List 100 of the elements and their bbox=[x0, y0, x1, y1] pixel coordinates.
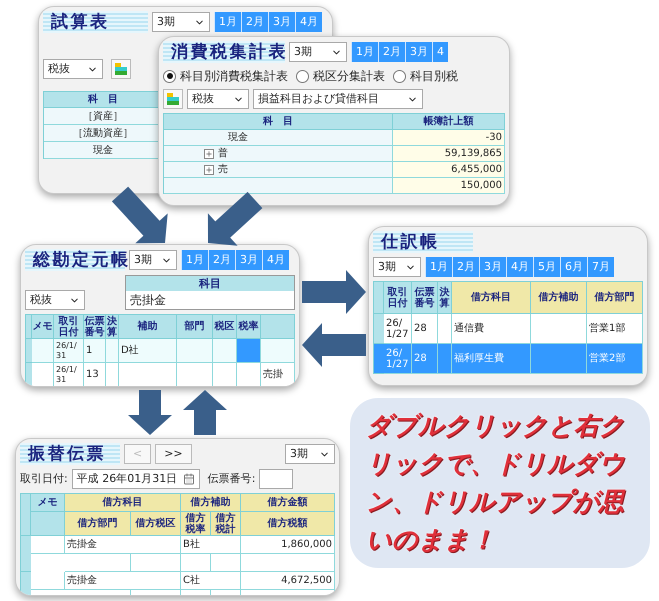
table-cell: 13 bbox=[84, 363, 106, 386]
table-cell: D社 bbox=[119, 339, 177, 363]
period-select[interactable]: 3期 bbox=[285, 444, 335, 464]
account-field[interactable]: 売掛金 bbox=[126, 291, 294, 309]
radio-button[interactable] bbox=[296, 70, 309, 82]
period-select[interactable]: 3期 bbox=[289, 42, 347, 62]
slip-number-field[interactable] bbox=[259, 469, 294, 489]
table-cell: 売掛金 bbox=[65, 572, 181, 590]
column-header: 科 目 bbox=[164, 114, 393, 130]
chart-icon bbox=[166, 92, 180, 106]
column-header: 決算 bbox=[106, 315, 119, 339]
chart-button[interactable] bbox=[111, 59, 131, 79]
column-header: 借方税率 bbox=[181, 512, 211, 536]
table-cell: B社 bbox=[181, 536, 241, 554]
field-label: 科目 bbox=[126, 276, 294, 291]
table-cell[interactable] bbox=[237, 339, 261, 363]
tax-select[interactable]: 税抜 bbox=[43, 59, 103, 79]
table-cell bbox=[32, 339, 54, 363]
column-header: 決算 bbox=[438, 282, 452, 314]
table-cell bbox=[261, 339, 295, 363]
table-cell: 28 bbox=[412, 344, 438, 374]
table-cell: 売掛 bbox=[261, 363, 295, 386]
period-select[interactable]: 3期 bbox=[129, 250, 177, 270]
table-cell: 売掛金 bbox=[65, 536, 181, 554]
column-header: メモ bbox=[31, 494, 65, 512]
column-header: 借方部門 bbox=[587, 282, 643, 314]
column-header: 伝票番号 bbox=[84, 315, 106, 339]
arrow bbox=[302, 323, 366, 367]
period-select[interactable]: 3期 bbox=[373, 257, 421, 277]
column-header: 借方税計 bbox=[211, 512, 241, 536]
table-cell bbox=[32, 363, 54, 386]
callout-text: ダブルクリックと右クリックで、ドリルダウン、ドリルアップが思いのまま！ bbox=[366, 410, 626, 556]
radio-label: 科目別税 bbox=[410, 68, 458, 85]
radio-label: 科目別消費税集計表 bbox=[180, 68, 288, 85]
table-cell bbox=[177, 339, 213, 363]
column-header: 借方税額 bbox=[241, 512, 335, 536]
table-cell: 通信費 bbox=[452, 314, 531, 344]
column-header: 借方科目 bbox=[452, 282, 531, 314]
table-cell: C社 bbox=[181, 572, 241, 590]
chart-button[interactable] bbox=[163, 89, 183, 109]
tax-select[interactable]: 税抜 bbox=[187, 89, 249, 109]
table-cell bbox=[211, 554, 241, 572]
table-cell: 59,139,865 bbox=[393, 146, 505, 162]
table-cell: 福利厚生費 bbox=[452, 344, 531, 374]
arrow bbox=[302, 270, 366, 314]
period-select[interactable]: 3期 bbox=[152, 12, 210, 32]
nav-button[interactable]: >> bbox=[155, 444, 192, 464]
radio-button[interactable] bbox=[393, 70, 406, 82]
table-cell: 売 bbox=[164, 162, 393, 178]
row-marker[interactable] bbox=[374, 314, 384, 344]
chart-icon bbox=[114, 62, 128, 76]
table-cell: -30 bbox=[393, 130, 505, 146]
row-marker[interactable] bbox=[21, 536, 31, 572]
table-cell bbox=[438, 314, 452, 344]
table-cell: 26/1/27 bbox=[384, 344, 412, 374]
column-header: 取引日付 bbox=[384, 282, 412, 314]
expand-icon[interactable] bbox=[204, 164, 214, 174]
table-cell: 営業2部 bbox=[587, 344, 643, 374]
arrow bbox=[112, 186, 168, 244]
table-cell bbox=[531, 344, 587, 374]
table-cell: 4,672,500 bbox=[241, 572, 335, 590]
arrow bbox=[183, 390, 227, 435]
arrow bbox=[208, 192, 262, 246]
table-cell bbox=[106, 339, 119, 363]
field-label: 伝票番号: bbox=[208, 470, 256, 487]
date-field[interactable]: 平成 26年01月31日 bbox=[72, 469, 200, 489]
column-header: 借方補助 bbox=[531, 282, 587, 314]
tax-select[interactable]: 税抜 bbox=[25, 290, 85, 310]
table-cell bbox=[181, 554, 211, 572]
table-cell bbox=[531, 314, 587, 344]
column-header: 伝票番号 bbox=[412, 282, 438, 314]
table-cell: 6,455,000 bbox=[393, 162, 505, 178]
calendar-icon[interactable] bbox=[182, 473, 195, 485]
table-cell bbox=[65, 554, 131, 572]
window-title: 振替伝票 bbox=[20, 443, 120, 465]
column-header: 借方税区 bbox=[131, 512, 181, 536]
radio-label: 税区分集計表 bbox=[313, 68, 385, 85]
table-cell: 営業1部 bbox=[587, 314, 643, 344]
table-cell bbox=[31, 572, 65, 590]
window-title: 仕訳帳 bbox=[373, 231, 473, 253]
table-cell: 150,000 bbox=[393, 178, 505, 194]
column-header: 借方部門 bbox=[65, 512, 131, 536]
column-header: 借方金額 bbox=[241, 494, 335, 512]
radio-button[interactable] bbox=[163, 70, 176, 82]
table-cell bbox=[213, 339, 237, 363]
table-cell: 26/1/31 bbox=[54, 339, 84, 363]
row-marker[interactable] bbox=[26, 339, 32, 363]
column-header: 取引日付 bbox=[54, 315, 84, 339]
table-cell: 1 bbox=[84, 339, 106, 363]
table-cell: 現金 bbox=[164, 130, 393, 146]
expand-icon[interactable] bbox=[204, 148, 214, 158]
column-header: 借方補助 bbox=[181, 494, 241, 512]
arrow bbox=[128, 390, 172, 435]
column-header: 税区 bbox=[213, 315, 237, 339]
table-cell: 26/1/31 bbox=[54, 363, 84, 386]
column-header: メモ bbox=[32, 315, 54, 339]
row-marker[interactable] bbox=[26, 363, 32, 386]
column-header: 借方科目 bbox=[65, 494, 181, 512]
account-scope-select[interactable]: 損益科目および貸借科目 bbox=[253, 89, 423, 109]
row-marker[interactable] bbox=[374, 344, 384, 374]
